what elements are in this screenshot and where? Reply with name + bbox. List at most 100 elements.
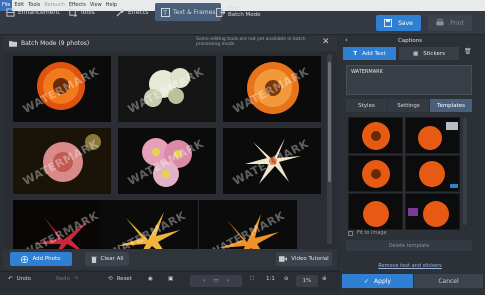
fit-screen-icon[interactable]: ⛶ <box>250 276 254 283</box>
photo-thumbnail[interactable]: WATERMARK <box>223 56 321 122</box>
template-thumbnail[interactable] <box>348 193 403 230</box>
svg-text:T: T <box>162 10 167 17</box>
clear-all-label: Clear All <box>100 256 124 262</box>
crop-icon <box>68 7 77 17</box>
template-preview <box>408 201 449 227</box>
apply-button[interactable]: ✓ Apply <box>342 274 413 288</box>
redo-label: Redo <box>56 276 70 282</box>
zoom-out-icon[interactable]: ⊖ <box>284 276 289 282</box>
reset-icon: ⟲ <box>108 276 113 282</box>
tab-tools-label: Tools <box>80 8 95 16</box>
captions-title: Captions <box>397 38 423 44</box>
magic-wand-icon <box>116 7 125 16</box>
enhancement-icon <box>6 7 15 17</box>
tab-enhancement-label: Enhancement <box>18 8 60 16</box>
caption-text-input[interactable]: WATERMARK <box>346 65 472 95</box>
undo-button[interactable]: ↶ Undo <box>8 276 31 282</box>
delete-caption-icon[interactable]: 🗑 <box>464 48 472 55</box>
photo-orange-lily <box>219 214 279 249</box>
fit-to-image-label: Fit to image <box>357 230 387 236</box>
exit-batch-label: Exit Batch Mode <box>228 6 261 18</box>
video-tutorial-button[interactable]: Video Tutorial <box>276 252 332 266</box>
checkbox-box[interactable] <box>348 230 353 236</box>
exit-batch-line2: Batch Mode <box>228 12 261 18</box>
zoom-level[interactable]: 1% <box>296 275 318 287</box>
template-thumbnail[interactable] <box>405 193 460 230</box>
add-photo-button[interactable]: Add Photo <box>10 252 72 266</box>
compare-icon[interactable]: ▣ <box>168 276 173 282</box>
fit-to-image-checkbox[interactable]: Fit to image <box>348 230 387 236</box>
photo-thumbnail[interactable]: WATERMARK <box>13 56 111 122</box>
tab-tools[interactable]: Tools <box>68 3 95 21</box>
apply-label: Apply <box>374 277 391 285</box>
text-frame-icon: T <box>161 7 170 17</box>
redo-icon: ↷ <box>73 276 79 282</box>
video-icon <box>279 256 288 262</box>
template-preview <box>362 160 390 188</box>
tab-effects[interactable]: Effects <box>116 3 148 21</box>
template-thumbnail[interactable] <box>348 155 403 192</box>
trash-icon <box>90 256 97 263</box>
tab-text-frames[interactable]: T Text & Frames <box>155 3 222 21</box>
photo-grid: WATERMARK WATERMARK WATERMARK WATERMARK … <box>3 52 337 249</box>
folder-icon <box>9 41 17 47</box>
reset-button[interactable]: ⟲ Reset <box>108 276 132 282</box>
tab-settings[interactable]: Settings <box>388 99 429 112</box>
tab-styles[interactable]: Styles <box>346 99 387 112</box>
photo-thumbnail[interactable]: WATERMARK <box>13 200 111 249</box>
batch-title: Batch Mode (9 photos) <box>21 40 90 47</box>
print-label: Print <box>450 19 464 27</box>
add-photo-icon <box>21 255 29 263</box>
stickers-label: Stickers <box>423 50 445 57</box>
save-button[interactable]: Save <box>376 15 421 31</box>
folder-nav-icon[interactable]: ▭ <box>213 278 218 284</box>
preview-eye-icon[interactable]: ◉ <box>148 276 153 282</box>
template-thumbnail[interactable] <box>405 155 460 192</box>
batch-notice: Some editing tools are not yet available… <box>196 37 306 47</box>
tab-text-frames-label: Text & Frames <box>173 8 216 16</box>
templates-scrollbar[interactable] <box>463 118 467 225</box>
template-thumbnail[interactable] <box>405 117 460 154</box>
photo-red-lily <box>35 216 89 249</box>
photo-navigator: ‹ ▭ › <box>190 275 242 287</box>
print-button[interactable]: Print <box>428 15 472 31</box>
photo-thumbnail[interactable]: WATERMARK <box>223 128 321 194</box>
grid-scroll-thumb[interactable] <box>328 62 331 182</box>
tab-effects-label: Effects <box>128 8 149 16</box>
reset-label: Reset <box>116 276 132 282</box>
add-text-tab[interactable]: T Add Text <box>343 47 396 60</box>
exit-icon <box>216 7 225 17</box>
photo-thumbnail[interactable]: WATERMARK <box>118 56 216 122</box>
exit-batch-button[interactable]: Exit Batch Mode <box>216 3 261 21</box>
photo-thumbnail[interactable]: WATERMARK <box>100 200 198 249</box>
add-photo-label: Add Photo <box>32 256 61 262</box>
photo-thumbnail[interactable]: WATERMARK <box>199 200 297 249</box>
remove-text-stickers-link[interactable]: Remove text and stickers <box>340 263 480 269</box>
photo-yellow-lily <box>118 212 180 249</box>
zoom-ratio[interactable]: 1:1 <box>266 276 275 282</box>
stickers-tab[interactable]: ▦ Stickers <box>399 47 459 60</box>
photo-thumbnail[interactable]: WATERMARK <box>118 128 216 194</box>
video-tutorial-label: Video Tutorial <box>291 256 329 262</box>
next-photo-icon[interactable]: › <box>227 278 229 284</box>
photo-thumbnail[interactable]: WATERMARK <box>13 128 111 194</box>
sticker-icon: ▦ <box>413 50 419 57</box>
template-preview <box>363 201 389 227</box>
template-preview <box>362 122 390 150</box>
prev-photo-icon[interactable]: ‹ <box>203 278 205 284</box>
delete-template-button[interactable]: Delete template <box>346 240 472 251</box>
tab-enhancement[interactable]: Enhancement <box>6 3 60 21</box>
redo-button[interactable]: Redo ↷ <box>56 276 78 282</box>
printer-icon <box>436 19 444 26</box>
checkmark-icon: ✓ <box>364 277 370 285</box>
add-text-label: Add Text <box>362 50 386 57</box>
template-preview <box>419 161 458 188</box>
close-icon[interactable]: ✕ <box>322 37 330 47</box>
template-thumbnail[interactable] <box>348 117 403 154</box>
save-icon <box>384 19 393 27</box>
cancel-button[interactable]: Cancel <box>414 274 483 288</box>
zoom-in-icon[interactable]: ⊕ <box>322 276 327 282</box>
template-preview <box>418 122 458 150</box>
tab-templates[interactable]: Templates <box>430 99 472 112</box>
clear-all-button[interactable]: Clear All <box>85 252 129 266</box>
